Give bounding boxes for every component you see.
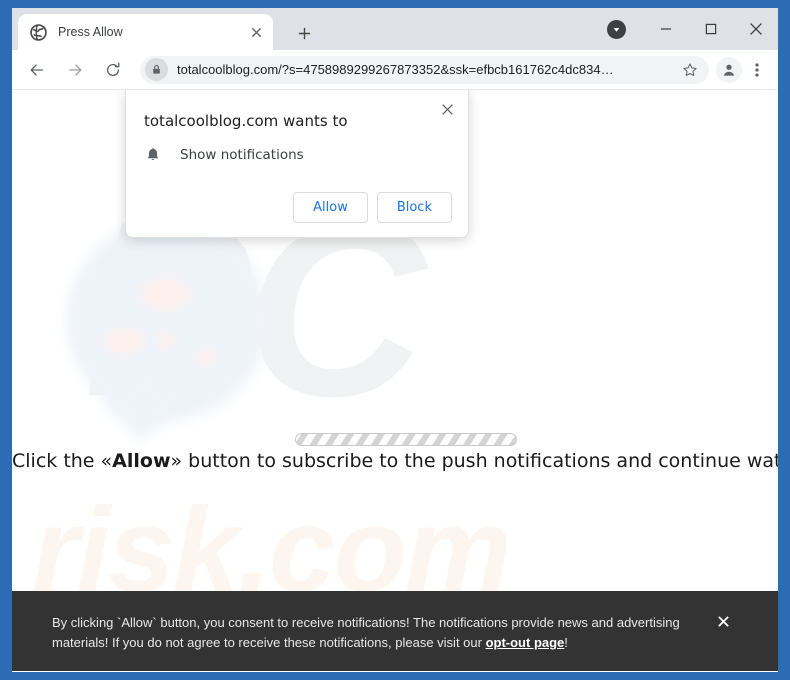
permission-row: Show notifications (144, 146, 452, 164)
three-dot-menu-icon[interactable] (744, 55, 770, 85)
consent-banner: By clicking `Allow` button, you consent … (12, 590, 778, 671)
close-icon[interactable] (436, 98, 458, 120)
decorative-circle (67, 220, 267, 420)
dialog-actions: Allow Block (144, 192, 452, 223)
close-window-button[interactable] (733, 8, 778, 50)
window-controls (643, 8, 778, 50)
maximize-button[interactable] (688, 8, 733, 50)
consent-banner-text: By clicking `Allow` button, you consent … (52, 613, 710, 653)
browser-window: Press Allow totalcoolblog.com/?s=4758989… (12, 8, 778, 672)
browser-toolbar: totalcoolblog.com/?s=4758989299267873352… (12, 50, 778, 90)
block-button[interactable]: Block (376, 192, 452, 223)
browser-tab[interactable]: Press Allow (18, 14, 273, 50)
instruction-allow-word: Allow (112, 450, 171, 472)
tab-title: Press Allow (58, 25, 123, 39)
instruction-suffix: » button to subscribe to the push notifi… (170, 450, 778, 472)
decorative-dot (140, 278, 190, 310)
decorative-dot (197, 348, 217, 366)
decorative-dot (104, 328, 144, 354)
instruction-text: Click the «Allow» button to subscribe to… (12, 450, 778, 472)
loading-progress-bar (295, 433, 517, 446)
consent-text-part2: ! (564, 634, 568, 650)
tab-close-icon[interactable] (247, 23, 265, 41)
forward-button[interactable] (60, 55, 90, 85)
consent-text-part1: By clicking `Allow` button, you consent … (52, 614, 680, 650)
back-button[interactable] (22, 55, 52, 85)
globe-icon (30, 23, 47, 41)
profile-avatar-icon[interactable] (716, 56, 742, 83)
banner-close-icon[interactable] (710, 609, 736, 635)
decorative-dot (157, 332, 174, 348)
download-chevron-icon[interactable] (607, 20, 626, 39)
tab-strip: Press Allow (12, 8, 778, 50)
lock-icon (145, 58, 168, 81)
new-tab-button[interactable] (291, 20, 317, 46)
page-viewport: PC risk.com Click the «Allow» button to … (12, 90, 778, 671)
star-icon[interactable] (677, 57, 703, 83)
address-bar[interactable]: totalcoolblog.com/?s=4758989299267873352… (140, 55, 709, 84)
dialog-title: totalcoolblog.com wants to (144, 112, 348, 130)
bell-icon (144, 146, 162, 164)
permission-label: Show notifications (180, 147, 304, 163)
opt-out-page-link[interactable]: opt-out page (486, 635, 565, 650)
reload-button[interactable] (98, 55, 128, 85)
allow-button[interactable]: Allow (293, 192, 368, 223)
window-frame: Press Allow totalcoolblog.com/?s=4758989… (0, 0, 790, 680)
instruction-prefix: Click the « (12, 450, 113, 472)
notification-permission-dialog: totalcoolblog.com wants to Show notifica… (125, 90, 469, 238)
minimize-button[interactable] (643, 8, 688, 50)
url-text: totalcoolblog.com/?s=4758989299267873352… (177, 62, 614, 77)
